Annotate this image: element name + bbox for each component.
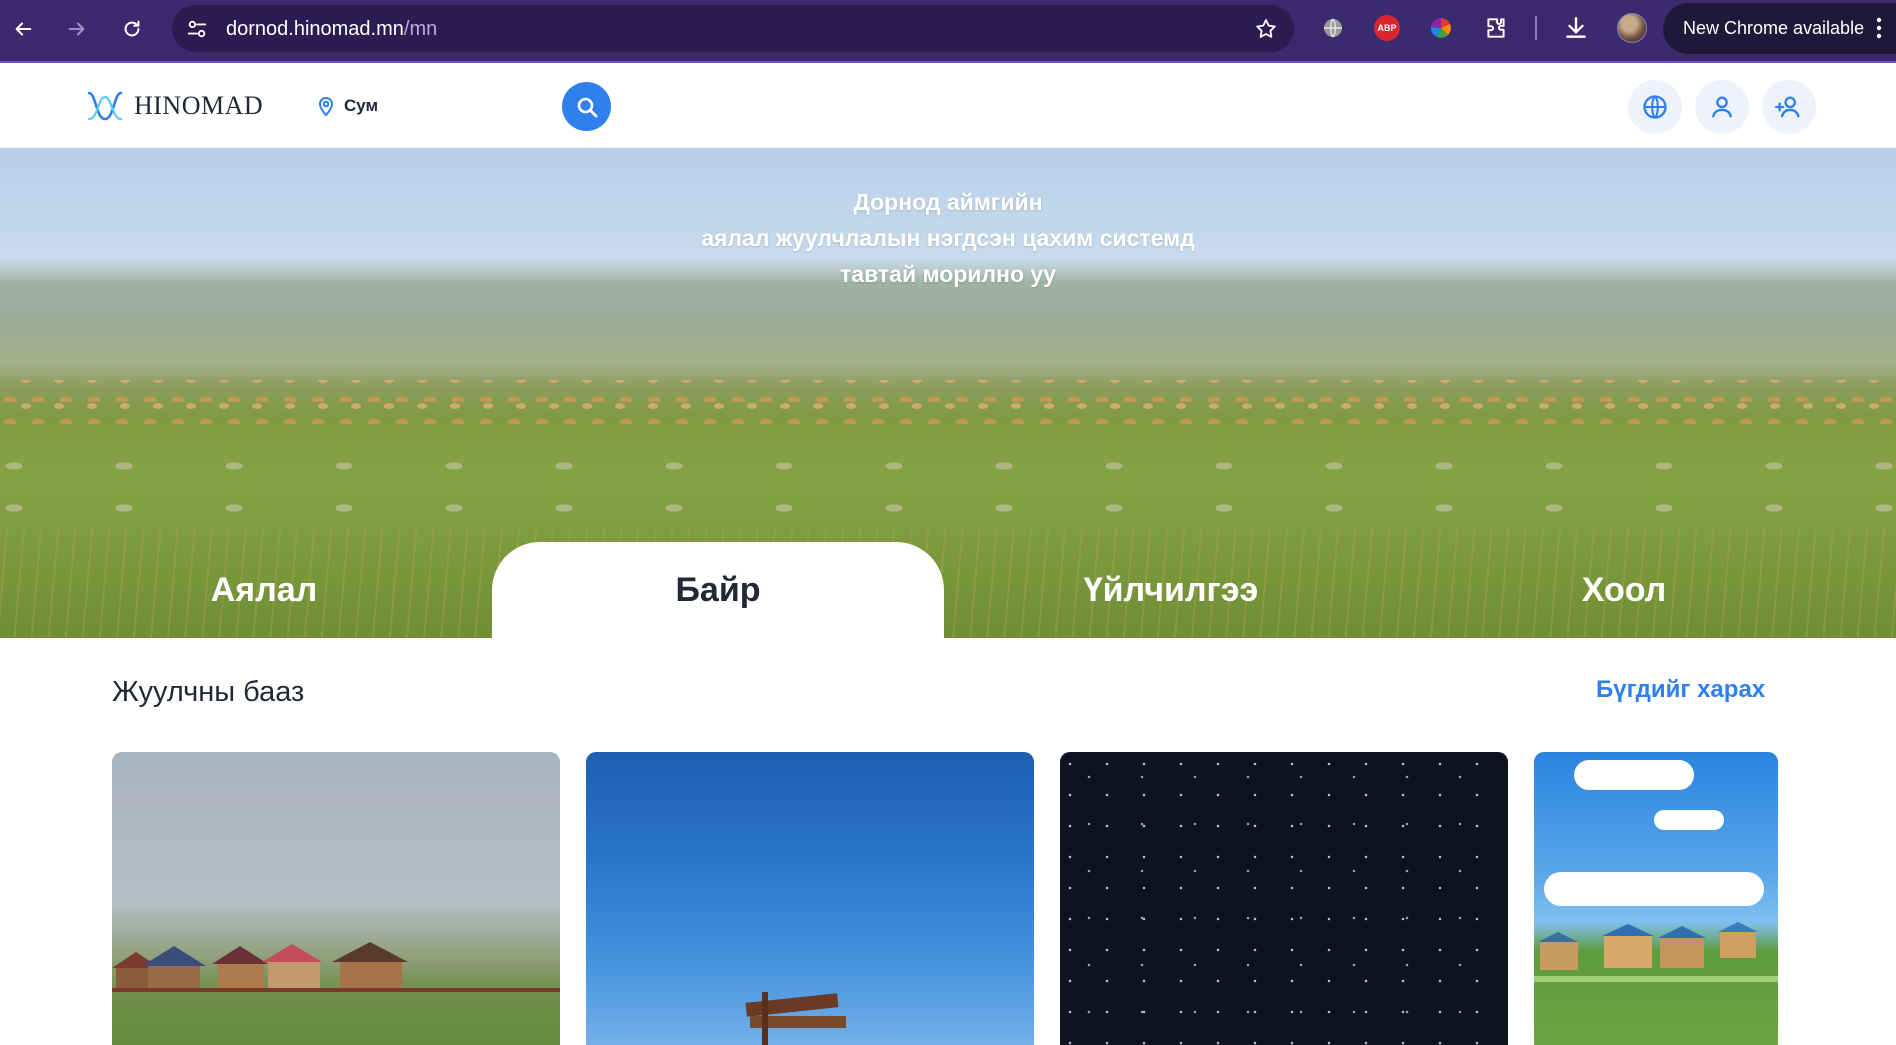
language-button[interactable] (1628, 80, 1682, 134)
toolbar-separator (1535, 16, 1537, 40)
url-path: /mn (403, 18, 438, 40)
register-button[interactable] (1762, 80, 1816, 134)
camp-card[interactable] (1060, 752, 1508, 1045)
camp-card[interactable] (112, 752, 560, 1045)
reload-button[interactable] (115, 12, 149, 46)
back-arrow-icon (15, 22, 32, 36)
language-globe-icon (1643, 95, 1667, 119)
download-icon (1566, 17, 1586, 38)
camp-card-list (112, 752, 1778, 1045)
address-bar[interactable]: dornod.hinomad.mn/mn (172, 5, 1294, 52)
location-pin-icon (318, 97, 334, 117)
camp-photo-sign (745, 992, 846, 1045)
reload-icon (124, 20, 140, 37)
profile-avatar[interactable] (1617, 13, 1647, 43)
translate-extension[interactable] (1319, 14, 1347, 42)
bookmark-star-icon[interactable] (1254, 17, 1278, 41)
adblock-extension[interactable]: ABP (1373, 14, 1401, 42)
night-sky-stars (1060, 752, 1508, 1045)
browser-toolbar: dornod.hinomad.mn/mn ABP New Chrome avai… (0, 0, 1896, 63)
site-header: HINOMAD Сум (0, 65, 1896, 148)
color-wheel-extension-icon (1430, 17, 1451, 38)
hero-line-1: Дорнод аймгийн (853, 189, 1043, 215)
camp-card[interactable] (586, 752, 1034, 1045)
forward-button[interactable] (60, 12, 94, 46)
logo-text: HINOMAD (134, 91, 264, 120)
hero-banner: Дорнод аймгийн аялал жуулчлалын нэгдсэн … (0, 148, 1896, 638)
tab-accommodation[interactable]: Байр (492, 542, 944, 638)
section-title: Жуулчны бааз (112, 676, 305, 708)
camp-photo-cabins (1534, 922, 1778, 982)
see-all-link[interactable]: Бүгдийг харах (1596, 676, 1765, 704)
url-host: dornod.hinomad.mn (226, 18, 404, 40)
kebab-menu-icon (1876, 17, 1882, 39)
search-icon (577, 97, 597, 117)
grass-tufts (0, 458, 1896, 518)
extensions-puzzle-icon (1487, 18, 1505, 38)
user-icon (1712, 96, 1732, 118)
search-button[interactable] (562, 82, 611, 131)
tab-travel[interactable]: Аялал (38, 542, 490, 638)
adblock-icon: ABP (1374, 15, 1400, 41)
url-text[interactable]: dornod.hinomad.mn/mn (226, 18, 437, 41)
site-logo[interactable]: HINOMAD (86, 89, 263, 123)
camp-photo-houses (112, 942, 560, 992)
category-tabs: Аялал Байр Үйлчилгээ Хоол (0, 542, 1896, 638)
hero-welcome-text: Дорнод аймгийн аялал жуулчлалын нэгдсэн … (0, 184, 1896, 292)
color-extension[interactable] (1427, 14, 1455, 42)
tab-services[interactable]: Үйлчилгээ (945, 542, 1397, 638)
tab-food[interactable]: Хоол (1398, 542, 1850, 638)
login-button[interactable] (1695, 80, 1749, 134)
back-button[interactable] (6, 12, 40, 46)
forward-arrow-icon (68, 22, 85, 36)
location-selector[interactable]: Сум (316, 95, 378, 117)
camp-card[interactable] (1534, 752, 1778, 1045)
chrome-update-label: New Chrome available (1683, 18, 1865, 38)
hinomad-logo-icon (87, 91, 123, 121)
location-label: Сум (344, 96, 379, 115)
hero-line-3: тавтай морилно уу (840, 261, 1056, 287)
extensions-button[interactable] (1482, 14, 1510, 42)
add-user-icon (1775, 96, 1800, 118)
site-settings-icon[interactable] (186, 18, 208, 40)
chrome-update-button[interactable]: New Chrome available (1663, 3, 1896, 54)
translate-globe-icon (1324, 18, 1342, 38)
gazelle-herd (0, 380, 1896, 428)
hero-line-2: аялал жуулчлалын нэгдсэн цахим системд (701, 225, 1195, 251)
downloads-button[interactable] (1562, 14, 1590, 42)
